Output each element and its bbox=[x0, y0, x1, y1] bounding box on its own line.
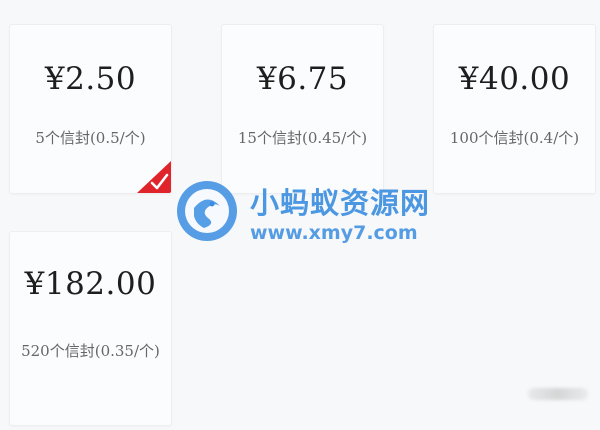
option-price: ¥182.00 bbox=[24, 266, 157, 302]
option-description: 520个信封(0.35/个) bbox=[21, 342, 160, 360]
price-option-card[interactable]: ¥182.00 520个信封(0.35/个) bbox=[9, 231, 172, 426]
blurred-mark bbox=[528, 388, 588, 400]
option-description: 15个信封(0.45/个) bbox=[237, 129, 368, 147]
option-description: 100个信封(0.4/个) bbox=[449, 129, 580, 147]
watermark-url: www.xmy7.com bbox=[250, 222, 418, 244]
option-price: ¥6.75 bbox=[256, 61, 349, 97]
price-option-card[interactable]: ¥6.75 15个信封(0.45/个) bbox=[221, 24, 384, 194]
option-price: ¥40.00 bbox=[458, 61, 571, 97]
option-price: ¥2.50 bbox=[44, 61, 137, 97]
price-option-card[interactable]: ¥40.00 100个信封(0.4/个) bbox=[433, 24, 596, 194]
price-option-card[interactable]: ¥2.50 5个信封(0.5/个) bbox=[9, 24, 172, 194]
selected-checkmark-icon bbox=[137, 161, 171, 193]
option-description: 5个信封(0.5/个) bbox=[35, 129, 146, 147]
